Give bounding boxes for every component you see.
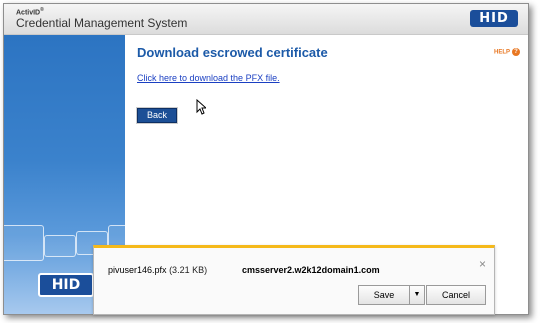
- download-notification-bar: pivuser146.pfx (3.21 KB) cmsserver2.w2k1…: [93, 245, 495, 315]
- download-pfx-link[interactable]: Click here to download the PFX file.: [137, 73, 280, 83]
- hid-logo-sidebar: HID: [38, 273, 94, 297]
- download-file-size: (3.21 KB): [169, 265, 208, 275]
- decorative-shape: [44, 235, 76, 257]
- app-header: ActivID® Credential Management System HI…: [4, 4, 528, 35]
- back-button[interactable]: Back: [136, 107, 178, 124]
- help-icon: ?: [512, 48, 520, 56]
- page-title: Download escrowed certificate: [137, 45, 328, 60]
- hid-logo: HID: [470, 10, 518, 27]
- chevron-down-icon[interactable]: ▼: [409, 285, 425, 305]
- brand-name: ActivID®: [16, 7, 44, 17]
- decorative-shape: [4, 225, 44, 261]
- help-link[interactable]: HELP?: [494, 48, 520, 56]
- help-label: HELP: [493, 49, 510, 56]
- mouse-cursor-icon: [196, 99, 206, 115]
- cancel-button[interactable]: Cancel: [426, 285, 486, 305]
- download-file-name: pivuser146.pfx: [108, 265, 167, 275]
- download-file-info: pivuser146.pfx (3.21 KB): [108, 265, 207, 275]
- download-host: cmsserver2.w2k12domain1.com: [242, 265, 380, 275]
- close-icon[interactable]: ×: [479, 258, 486, 270]
- app-title: Credential Management System: [16, 16, 188, 30]
- save-button[interactable]: Save: [358, 285, 410, 305]
